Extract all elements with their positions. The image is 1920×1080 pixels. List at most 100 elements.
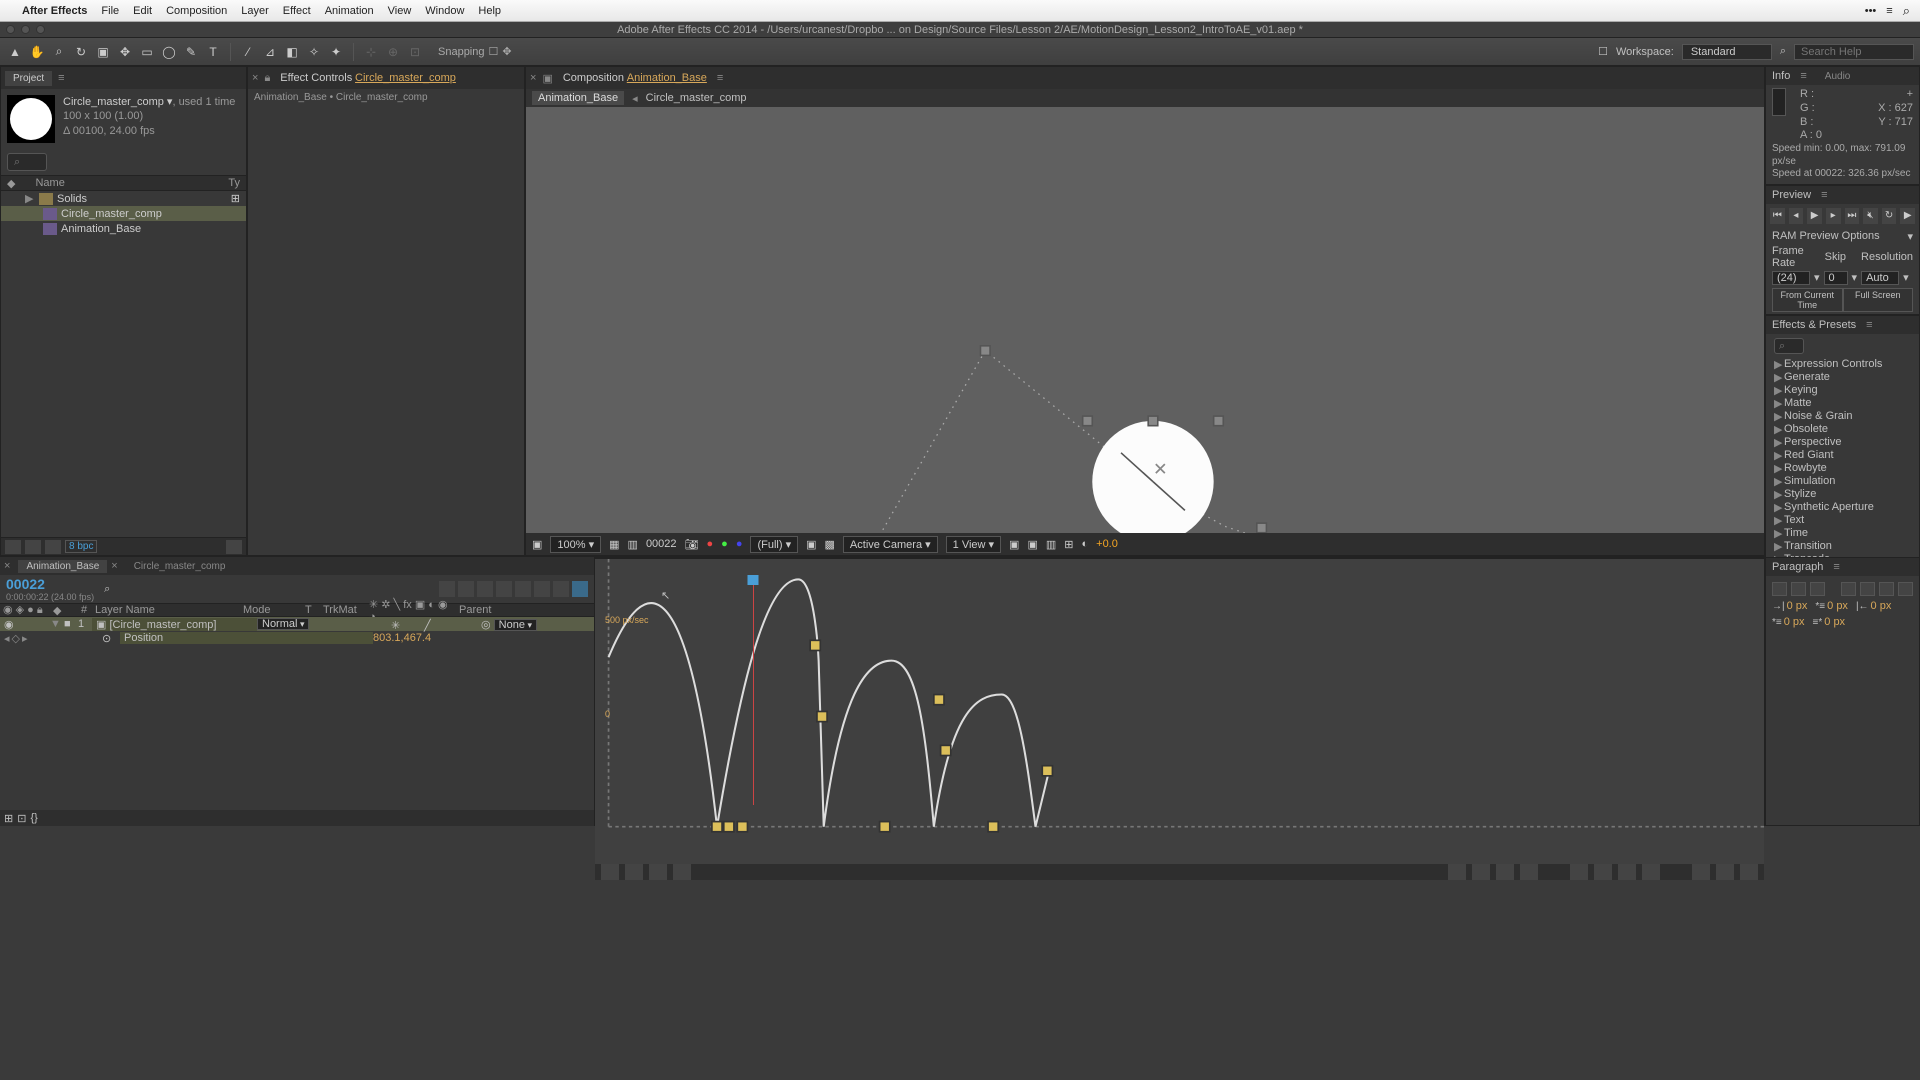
keyframe-handle[interactable] bbox=[980, 346, 990, 356]
graph-keyframe[interactable] bbox=[737, 822, 747, 832]
views-selector[interactable]: 1 View ▾ bbox=[946, 536, 1001, 553]
graph-keyframe[interactable] bbox=[941, 745, 951, 755]
twirl-icon[interactable]: ▼ bbox=[50, 618, 61, 630]
panel-menu-icon[interactable]: ≡ bbox=[1833, 561, 1839, 573]
panel-menu-icon[interactable]: ≡ bbox=[717, 72, 723, 84]
bpc-toggle[interactable]: 8 bpc bbox=[65, 540, 97, 553]
time-display[interactable]: 00022 bbox=[646, 538, 677, 550]
menu-help[interactable]: Help bbox=[478, 5, 501, 17]
pen-tool[interactable]: ✎ bbox=[182, 43, 200, 61]
composition-target[interactable]: Animation_Base bbox=[627, 72, 707, 84]
resolution-selector[interactable]: (Full) ▾ bbox=[750, 536, 798, 553]
menu-view[interactable]: View bbox=[388, 5, 412, 17]
graph-keyframe[interactable] bbox=[817, 711, 827, 721]
snapshot-icon[interactable]: 📷︎ bbox=[685, 538, 699, 551]
fast-preview-icon[interactable]: ▣ bbox=[1027, 538, 1037, 551]
effects-category[interactable]: ▶Obsolete bbox=[1770, 423, 1915, 436]
menu-window[interactable]: Window bbox=[425, 5, 464, 17]
flowchart-icon[interactable]: ⊞ bbox=[1064, 538, 1073, 551]
blend-mode-selector[interactable]: Normal ▾ bbox=[257, 618, 309, 630]
ellipse-tool[interactable]: ◯ bbox=[160, 43, 178, 61]
lock-icon[interactable]: 🔒︎ bbox=[264, 72, 270, 85]
draft-3d-button[interactable] bbox=[458, 581, 474, 597]
effects-category[interactable]: ▶Expression Controls bbox=[1770, 358, 1915, 371]
channel-icon[interactable]: ● bbox=[721, 538, 728, 550]
effects-category[interactable]: ▶Synthetic Aperture bbox=[1770, 501, 1915, 514]
timeline-icon[interactable]: ▥ bbox=[1046, 538, 1056, 551]
edit-keyframe-button[interactable] bbox=[1570, 864, 1588, 880]
rotation-tool[interactable]: ↻ bbox=[72, 43, 90, 61]
new-comp-button[interactable] bbox=[45, 540, 61, 554]
effects-presets-tab[interactable]: Effects & Presets bbox=[1772, 319, 1856, 331]
motion-blur-button[interactable] bbox=[515, 581, 531, 597]
resolution-selector[interactable]: Auto bbox=[1861, 271, 1899, 285]
space-after-input[interactable]: ≡* 0 px bbox=[1813, 616, 1846, 628]
switch[interactable]: ✳ bbox=[391, 619, 401, 629]
graph-keyframe[interactable] bbox=[810, 640, 820, 650]
comp-mini-flowchart-button[interactable] bbox=[439, 581, 455, 597]
space-before-input[interactable]: *≡ 0 px bbox=[1772, 616, 1805, 628]
align-right-button[interactable] bbox=[1810, 582, 1825, 596]
ruler-icon[interactable]: ▦ bbox=[609, 538, 619, 551]
channel-icon[interactable]: ● bbox=[736, 538, 743, 550]
close-tab-icon[interactable]: × bbox=[530, 72, 536, 84]
first-frame-button[interactable]: ⏮ bbox=[1770, 208, 1785, 224]
timeline-layer-row[interactable]: ◉ ▼ ■ 1 ▣ [Circle_master_comp] Normal ▾ … bbox=[0, 617, 594, 631]
menu-extras-icon[interactable]: ••• bbox=[1865, 5, 1877, 17]
graph-keyframe[interactable] bbox=[712, 822, 722, 832]
fit-all-button[interactable] bbox=[1472, 864, 1490, 880]
bbox-handle[interactable] bbox=[1148, 416, 1158, 426]
workspace-selector[interactable]: Standard bbox=[1682, 44, 1772, 60]
effects-category[interactable]: ▶Generate bbox=[1770, 371, 1915, 384]
sync-icon[interactable]: ☐ bbox=[1598, 45, 1608, 58]
effects-category[interactable]: ▶Stylize bbox=[1770, 488, 1915, 501]
project-search-input[interactable] bbox=[7, 153, 47, 171]
hand-tool[interactable]: ✋ bbox=[28, 43, 46, 61]
justify-center-button[interactable] bbox=[1860, 582, 1875, 596]
app-name[interactable]: After Effects bbox=[22, 5, 87, 17]
play-button[interactable]: ▶ bbox=[1807, 208, 1822, 224]
convert-linear-button[interactable] bbox=[1618, 864, 1636, 880]
transparency-icon[interactable]: ▩ bbox=[825, 538, 835, 551]
zoom-selector[interactable]: 100% ▾ bbox=[550, 536, 601, 553]
justify-right-button[interactable] bbox=[1879, 582, 1894, 596]
effects-category[interactable]: ▶Text bbox=[1770, 514, 1915, 527]
delete-button[interactable] bbox=[226, 540, 242, 554]
effects-category[interactable]: ▶Time bbox=[1770, 527, 1915, 540]
audio-tab[interactable]: Audio bbox=[1817, 69, 1859, 84]
menu-file[interactable]: File bbox=[101, 5, 119, 17]
parent-selector[interactable]: None ▾ bbox=[494, 619, 537, 631]
effect-controls-tab[interactable]: Effect Controls bbox=[280, 72, 352, 84]
separate-dimensions-button[interactable] bbox=[1520, 864, 1538, 880]
interpret-footage-button[interactable] bbox=[5, 540, 21, 554]
graph-editor-button[interactable] bbox=[572, 581, 588, 597]
loop-button[interactable]: ↻ bbox=[1882, 208, 1897, 224]
switch[interactable] bbox=[402, 619, 412, 629]
window-traffic-lights[interactable] bbox=[6, 25, 45, 34]
convert-auto-bezier-button[interactable] bbox=[1642, 864, 1660, 880]
menu-edit[interactable]: Edit bbox=[133, 5, 152, 17]
pan-behind-tool[interactable]: ✥ bbox=[116, 43, 134, 61]
property-value[interactable]: 803.1,467.4 bbox=[373, 632, 431, 644]
project-item-solids[interactable]: ▶ Solids ⊞ bbox=[1, 191, 246, 206]
effects-category[interactable]: ▶Transition bbox=[1770, 540, 1915, 553]
close-tab-icon[interactable]: × bbox=[4, 560, 10, 572]
paragraph-tab[interactable]: Paragraph bbox=[1772, 561, 1823, 573]
puppet-tool[interactable]: ✦ bbox=[327, 43, 345, 61]
panel-menu-icon[interactable]: ≡ bbox=[1821, 189, 1827, 201]
timeline-column-header[interactable]: ◉ ◈ ● 🔒︎ ◆ # Layer Name Mode T TrkMat ✳ … bbox=[0, 603, 594, 617]
timeline-search-icon[interactable]: ⌕ bbox=[104, 583, 110, 596]
breadcrumb-item[interactable]: Animation_Base bbox=[532, 91, 624, 105]
cti-head[interactable] bbox=[748, 575, 759, 585]
graph-keyframe[interactable] bbox=[988, 822, 998, 832]
eraser-tool[interactable]: ◧ bbox=[283, 43, 301, 61]
composition-viewer[interactable]: ✕ bbox=[526, 107, 1764, 533]
menu-composition[interactable]: Composition bbox=[166, 5, 227, 17]
camera-selector[interactable]: Active Camera ▾ bbox=[843, 536, 938, 553]
effects-category[interactable]: ▶Perspective bbox=[1770, 436, 1915, 449]
choose-graph-type-button[interactable] bbox=[601, 864, 619, 880]
graph-keyframe[interactable] bbox=[724, 822, 734, 832]
mute-button[interactable]: 🔇︎ bbox=[1863, 208, 1878, 224]
flowchart-icon[interactable]: ⊞ bbox=[231, 192, 240, 205]
project-item-list[interactable]: ▶ Solids ⊞ Circle_master_comp Animation_… bbox=[1, 191, 246, 236]
